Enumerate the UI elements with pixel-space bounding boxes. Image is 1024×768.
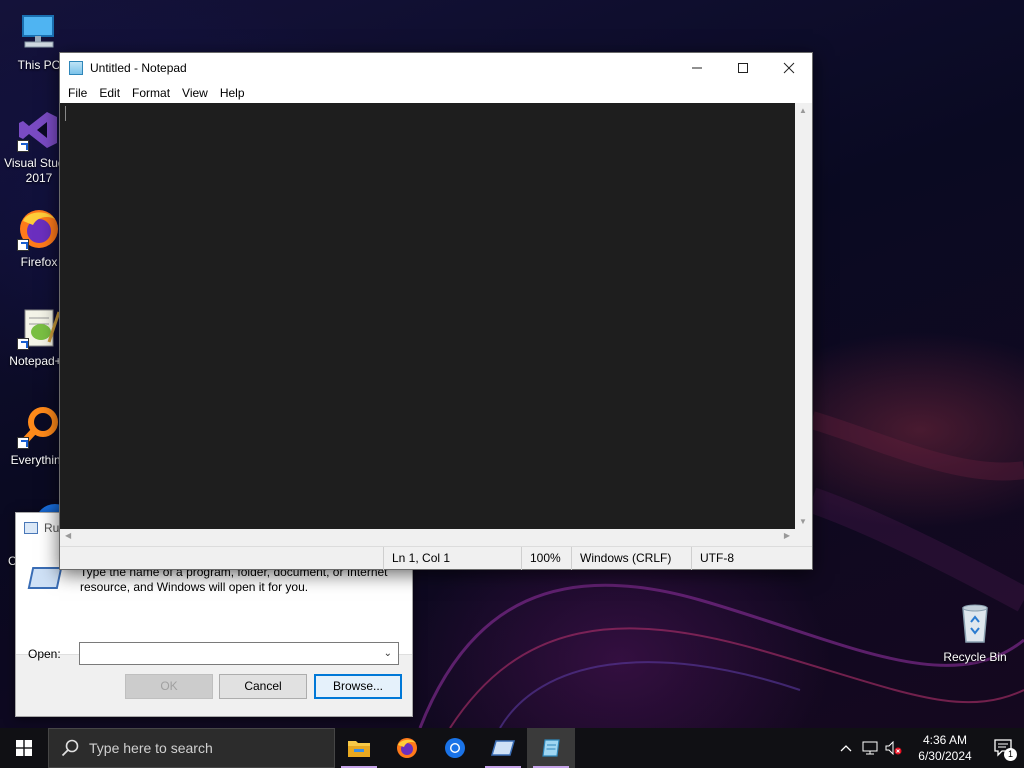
status-line-endings: Windows (CRLF) bbox=[571, 547, 691, 570]
clock-date: 6/30/2024 bbox=[918, 749, 972, 763]
action-center-button[interactable]: 1 bbox=[984, 728, 1024, 768]
system-tray: 4:36 AM 6/30/2024 1 bbox=[834, 728, 1024, 768]
run-icon bbox=[491, 740, 515, 756]
folder-icon bbox=[348, 741, 370, 757]
scroll-left-icon[interactable]: ◀ bbox=[65, 531, 71, 540]
text-editor-area[interactable] bbox=[60, 103, 795, 529]
shortcut-arrow-icon bbox=[17, 239, 29, 251]
run-icon bbox=[24, 522, 38, 534]
taskbar: Type here to search 4:36 AM 6/30/2024 1 bbox=[0, 728, 1024, 768]
shortcut-arrow-icon bbox=[17, 140, 29, 152]
shortcut-arrow-icon bbox=[17, 338, 29, 350]
browse-button[interactable]: Browse... bbox=[314, 674, 402, 699]
menu-help[interactable]: Help bbox=[214, 86, 251, 100]
start-button[interactable] bbox=[0, 728, 48, 768]
clock-time: 4:36 AM bbox=[922, 733, 968, 747]
window-title: Untitled - Notepad bbox=[90, 61, 187, 75]
open-label: Open: bbox=[28, 647, 61, 661]
taskbar-chrome[interactable] bbox=[431, 728, 479, 768]
scroll-down-icon[interactable]: ▼ bbox=[799, 517, 807, 526]
search-icon bbox=[61, 739, 79, 757]
firefox-icon bbox=[17, 207, 61, 251]
notepad-icon bbox=[69, 61, 83, 75]
maximize-icon bbox=[738, 63, 748, 73]
firefox-icon bbox=[397, 738, 417, 758]
notepad-titlebar[interactable]: Untitled - Notepad bbox=[60, 53, 812, 83]
close-icon bbox=[783, 62, 795, 74]
search-placeholder: Type here to search bbox=[89, 740, 213, 756]
network-icon[interactable] bbox=[858, 728, 882, 768]
notepad-plus-plus-icon bbox=[17, 306, 61, 350]
taskbar-file-explorer[interactable] bbox=[335, 728, 383, 768]
shortcut-arrow-icon bbox=[17, 437, 29, 449]
menu-view[interactable]: View bbox=[176, 86, 214, 100]
taskbar-firefox[interactable] bbox=[383, 728, 431, 768]
notepad-window: Untitled - Notepad File Edit Format View… bbox=[59, 52, 813, 570]
show-hidden-icons-chevron-up-icon[interactable] bbox=[834, 728, 858, 768]
taskbar-search-box[interactable]: Type here to search bbox=[48, 728, 335, 768]
maximize-button[interactable] bbox=[720, 53, 766, 83]
minimize-icon bbox=[692, 67, 702, 69]
desktop-icon-label: Recycle Bin bbox=[943, 650, 1007, 664]
scroll-up-icon[interactable]: ▲ bbox=[799, 106, 807, 115]
chevron-down-icon[interactable]: ⌄ bbox=[384, 648, 392, 659]
open-combobox[interactable]: ⌄ bbox=[79, 642, 399, 665]
text-caret bbox=[65, 106, 66, 121]
taskbar-notepad[interactable] bbox=[527, 728, 575, 768]
status-bar: Ln 1, Col 1 100% Windows (CRLF) UTF-8 bbox=[60, 546, 812, 570]
run-program-icon bbox=[27, 567, 63, 589]
menu-file[interactable]: File bbox=[62, 86, 93, 100]
notepad-icon bbox=[542, 739, 560, 757]
ok-button[interactable]: OK bbox=[125, 674, 213, 699]
minimize-button[interactable] bbox=[674, 53, 720, 83]
taskbar-clock[interactable]: 4:36 AM 6/30/2024 bbox=[906, 732, 984, 764]
chrome-icon bbox=[445, 738, 465, 758]
desktop-icon-recycle-bin[interactable]: Recycle Bin bbox=[936, 602, 1014, 665]
visual-studio-icon bbox=[17, 108, 61, 152]
status-cursor-position: Ln 1, Col 1 bbox=[383, 547, 521, 570]
volume-muted-icon[interactable] bbox=[882, 728, 906, 768]
scroll-right-icon[interactable]: ▶ bbox=[784, 531, 790, 540]
run-dialog-title: Ru bbox=[44, 521, 60, 535]
desktop-icon-label: This PC bbox=[17, 58, 61, 72]
taskbar-run[interactable] bbox=[479, 728, 527, 768]
recycle-bin-icon bbox=[953, 602, 997, 646]
close-button[interactable] bbox=[766, 53, 812, 83]
menu-edit[interactable]: Edit bbox=[93, 86, 126, 100]
computer-icon bbox=[17, 10, 61, 54]
scrollbar-corner bbox=[795, 529, 812, 546]
windows-logo-icon bbox=[16, 740, 32, 756]
menu-format[interactable]: Format bbox=[126, 86, 176, 100]
vertical-scrollbar[interactable]: ▲ ▼ bbox=[795, 103, 812, 529]
desktop-icon-label: Firefox bbox=[20, 255, 58, 269]
notification-count-badge: 1 bbox=[1004, 748, 1017, 761]
cancel-button[interactable]: Cancel bbox=[219, 674, 307, 699]
status-zoom: 100% bbox=[521, 547, 571, 570]
status-encoding: UTF-8 bbox=[691, 547, 812, 570]
everything-search-icon bbox=[17, 405, 61, 449]
horizontal-scrollbar[interactable]: ◀ ▶ bbox=[60, 529, 795, 546]
menu-bar: File Edit Format View Help bbox=[60, 83, 812, 103]
